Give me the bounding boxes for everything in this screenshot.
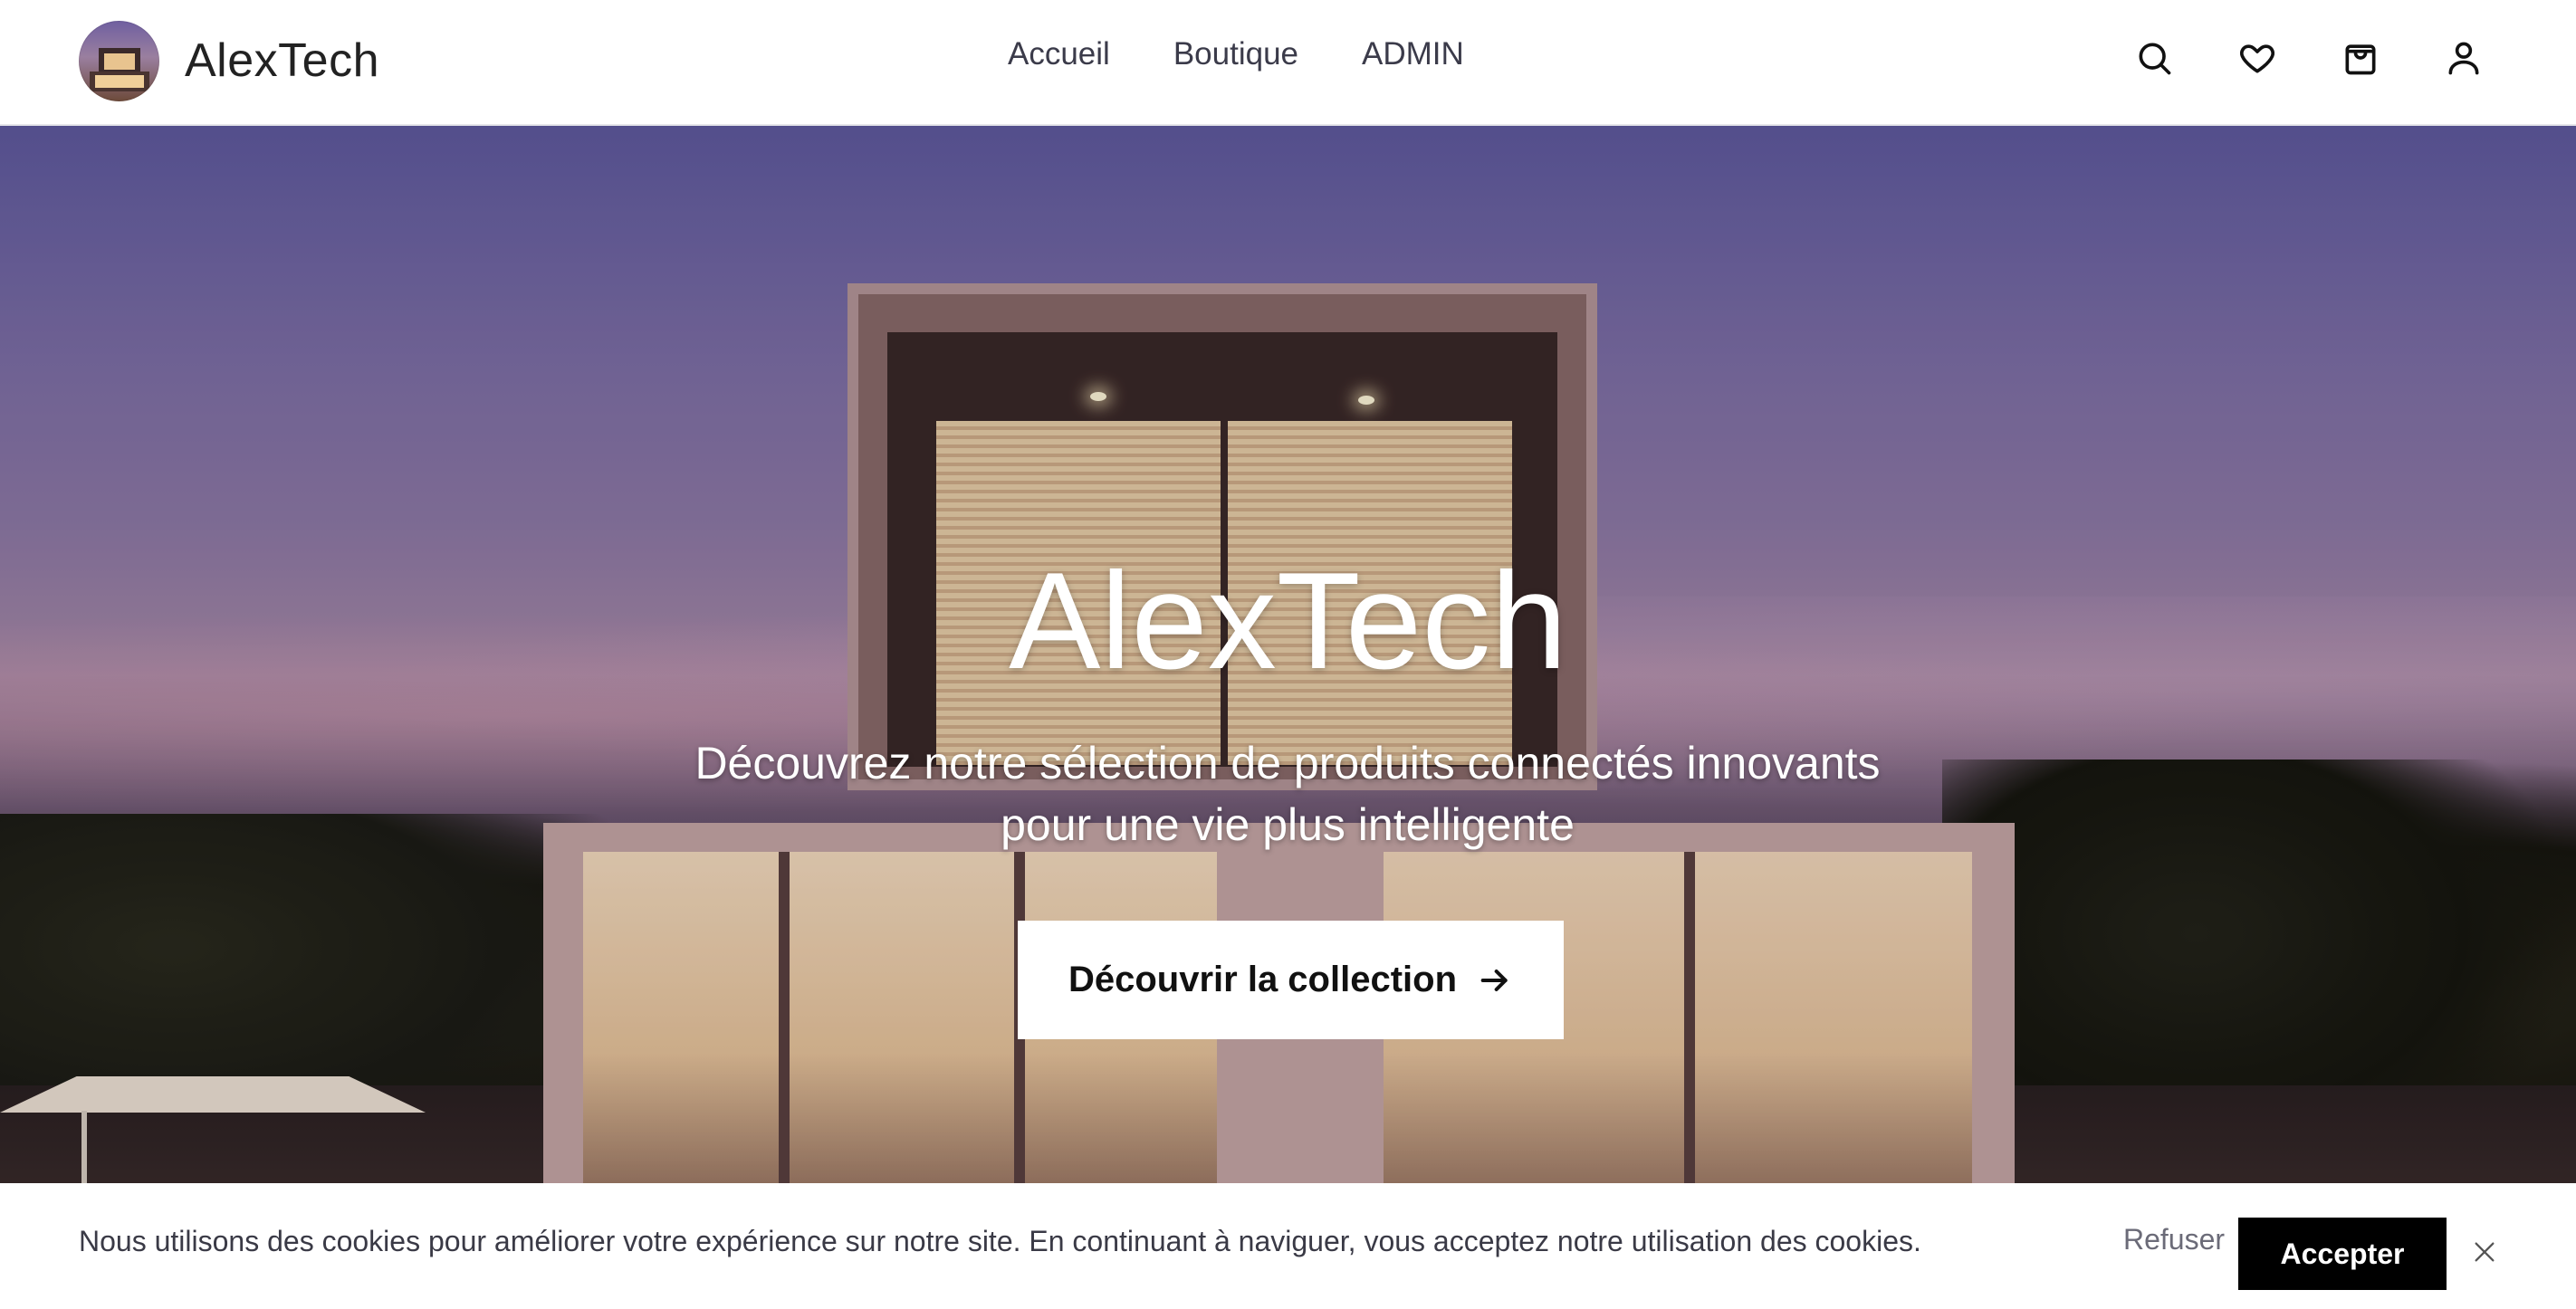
arrow-right-icon: [1480, 969, 1508, 991]
hero-title: AlexTech: [1009, 544, 1567, 698]
shopping-bag-icon: [2345, 44, 2376, 75]
header-actions: [2134, 38, 2484, 78]
main-nav: Accueil Boutique ADMIN: [1008, 36, 1464, 72]
search-icon: [2139, 43, 2171, 75]
site-header: AlexTech Accueil Boutique ADMIN: [0, 0, 2576, 126]
nav-link-accueil[interactable]: Accueil: [1008, 36, 1110, 72]
nav-link-boutique[interactable]: Boutique: [1173, 36, 1298, 72]
wishlist-button[interactable]: [2237, 38, 2277, 78]
refuse-cookies-button[interactable]: Refuser: [2123, 1223, 2225, 1256]
account-button[interactable]: [2444, 38, 2484, 78]
discover-collection-button[interactable]: Découvrir la collection: [1018, 921, 1564, 1039]
accept-cookies-button[interactable]: Accepter: [2238, 1218, 2447, 1290]
cookie-banner: Nous utilisons des cookies pour améliore…: [0, 1183, 2576, 1309]
close-icon[interactable]: [2472, 1239, 2497, 1265]
brand-name[interactable]: AlexTech: [185, 33, 379, 88]
user-icon: [2448, 42, 2479, 75]
cart-button[interactable]: [2341, 38, 2380, 78]
search-button[interactable]: [2134, 38, 2174, 78]
brand-logo[interactable]: [79, 20, 159, 101]
heart-icon: [2240, 44, 2274, 73]
hero-section: AlexTech Découvrez notre sélection de pr…: [0, 126, 2576, 1183]
hero-subtitle: Découvrez notre sélection de produits co…: [608, 732, 1967, 855]
cookie-message: Nous utilisons des cookies pour améliore…: [79, 1225, 1921, 1257]
brand[interactable]: AlexTech: [79, 20, 379, 101]
cta-label: Découvrir la collection: [1068, 960, 1458, 999]
nav-link-admin[interactable]: ADMIN: [1362, 36, 1464, 72]
hero-subtitle-line-2: pour une vie plus intelligente: [1001, 799, 1575, 850]
hero-subtitle-line-1: Découvrez notre sélection de produits co…: [694, 738, 1881, 788]
hero-content: AlexTech Découvrez notre sélection de pr…: [0, 126, 2576, 1183]
